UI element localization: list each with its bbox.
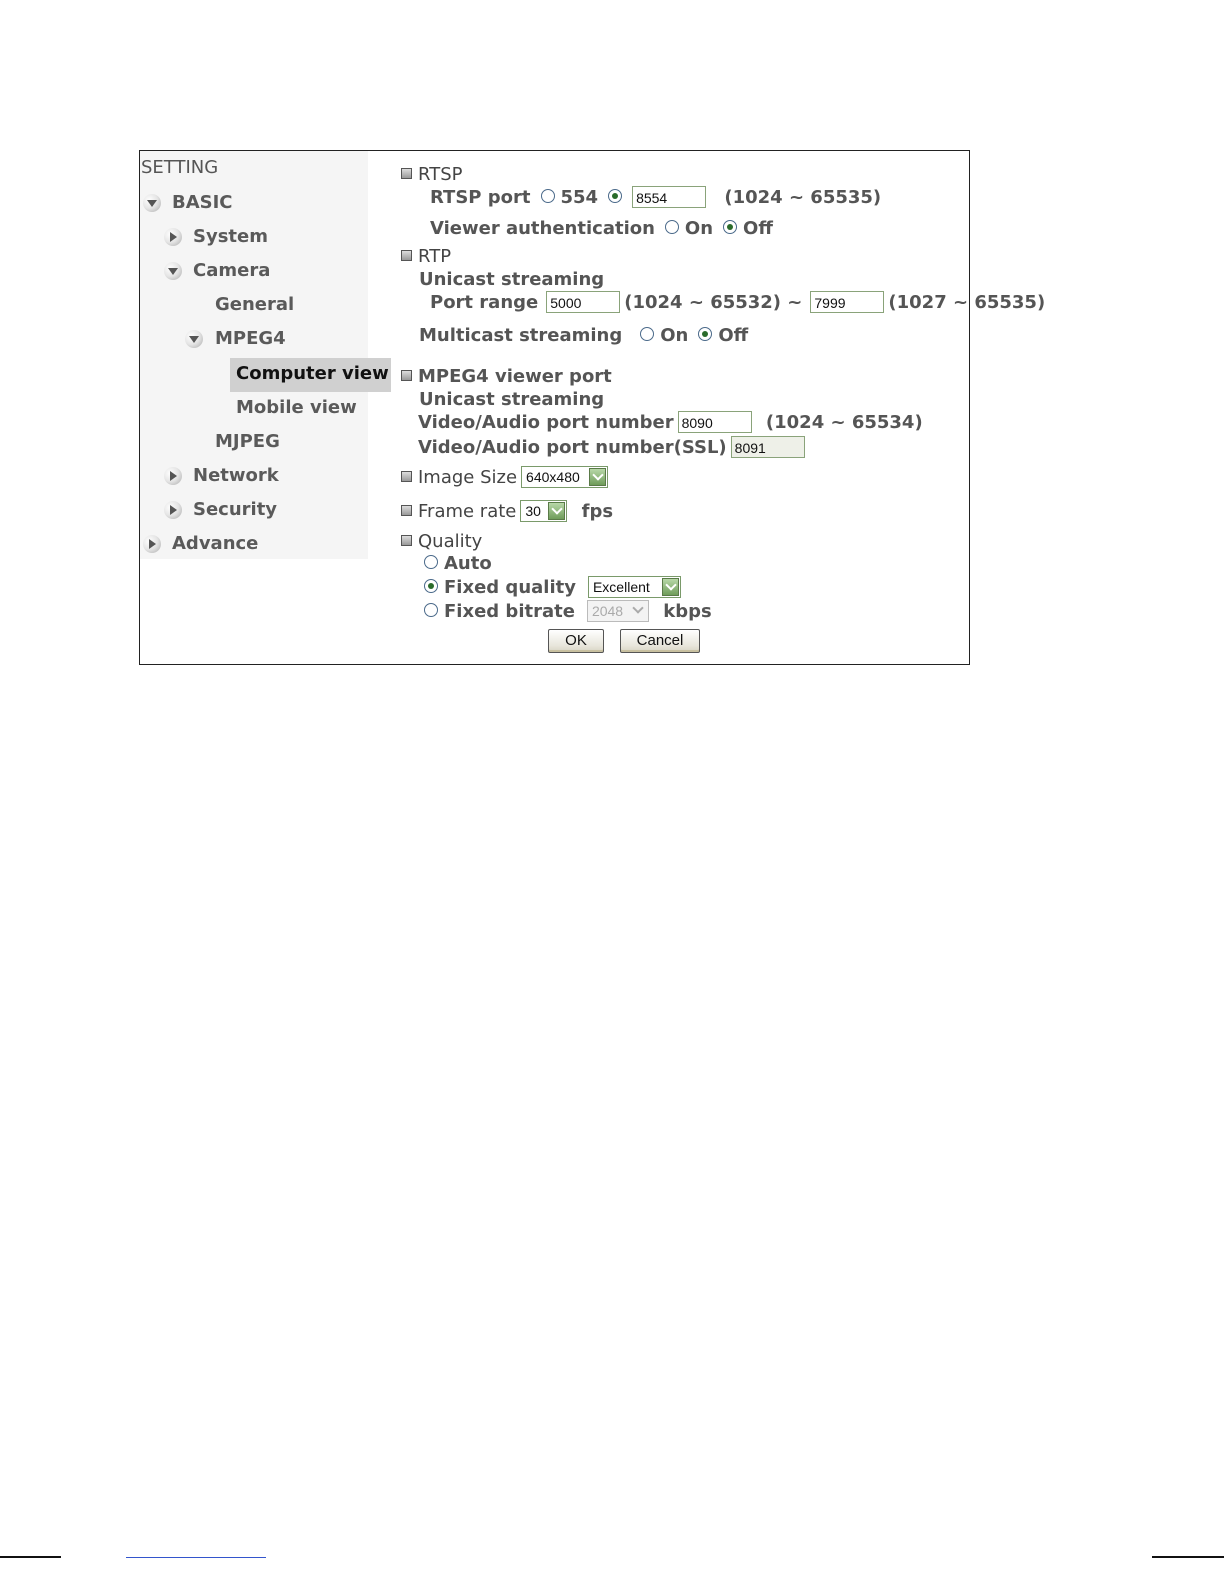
rtp-port-range-row: Port range 5000 (1024 ~ 65532) ~ 7999 (1027 … xyxy=(430,291,1045,315)
rtsp-port-default-radio[interactable] xyxy=(540,189,555,203)
chevron-down-icon xyxy=(661,578,679,596)
frame-rate-value: 30 xyxy=(525,503,541,519)
footer-rule-left xyxy=(0,1556,61,1558)
rtp-port-end-input[interactable]: 7999 xyxy=(810,291,885,313)
image-size-value: 640x480 xyxy=(526,469,580,485)
rtp-unicast-label: Unicast streaming xyxy=(419,269,605,290)
fixed-quality-radio[interactable] xyxy=(424,579,438,593)
fixed-quality-row: Fixed quality Excellent xyxy=(414,576,685,600)
rtp-port-start-input[interactable]: 5000 xyxy=(546,291,621,313)
fixed-bitrate-radio[interactable] xyxy=(424,603,438,617)
section-title: MPEG4 viewer port xyxy=(418,366,612,387)
rtsp-port-range-text: (1024 ~ 65535) xyxy=(724,187,882,208)
ssl-port-row: Video/Audio port number(SSL) 8091 xyxy=(418,436,809,460)
viewer-auth-on-radio[interactable] xyxy=(664,220,679,234)
fixed-quality-label: Fixed quality xyxy=(444,577,576,598)
frame-rate-select[interactable]: 30 xyxy=(520,500,568,522)
va-port-input[interactable]: 8090 xyxy=(677,411,752,433)
image-size-select[interactable]: 640x480 xyxy=(521,466,609,488)
va-port-range-text: (1024 ~ 65534) xyxy=(765,412,923,433)
va-port-label: Video/Audio port number xyxy=(418,412,674,433)
multicast-label: Multicast streaming xyxy=(419,325,623,346)
multicast-on-radio[interactable] xyxy=(640,327,655,341)
chevron-down-icon xyxy=(629,602,647,620)
fixed-quality-value: Excellent xyxy=(592,579,650,595)
auto-label: Auto xyxy=(444,553,492,574)
cancel-button[interactable]: Cancel xyxy=(620,629,700,653)
va-port-row: Video/Audio port number 8090 (1024 ~ 6553… xyxy=(418,411,923,435)
section-bullet-icon xyxy=(401,249,412,261)
quality-auto-radio[interactable] xyxy=(424,555,438,569)
port-start-range-text: (1024 ~ 65532) ~ xyxy=(624,292,803,313)
viewer-auth-row: Viewer authentication On Off xyxy=(430,217,773,241)
settings-panel: SETTING BASIC System Camera General MPEG… xyxy=(139,150,1045,665)
section-bullet-icon xyxy=(401,470,412,482)
rtp-section-header: RTP xyxy=(401,245,451,269)
on-label: On xyxy=(684,218,714,239)
rtsp-section-header: RTSP xyxy=(401,163,462,187)
content-area: RTSP RTSP port 554 8554 (1024 ~ 65535) Vie… xyxy=(140,151,1045,664)
section-bullet-icon xyxy=(401,534,412,546)
quality-section-header: Quality xyxy=(401,530,482,554)
fixed-quality-select[interactable]: Excellent xyxy=(587,576,681,598)
section-title: RTSP xyxy=(418,164,463,185)
fixed-bitrate-row: Fixed bitrate 2048 kbps xyxy=(414,600,712,624)
quality-auto-row: Auto xyxy=(414,552,492,576)
fixed-bitrate-value: 2048 xyxy=(591,603,624,619)
multicast-row: Multicast streaming On Off xyxy=(419,324,748,348)
section-title: Quality xyxy=(418,531,483,552)
ok-button[interactable]: OK xyxy=(548,629,604,653)
chevron-down-icon xyxy=(589,468,607,486)
section-bullet-icon xyxy=(401,167,412,179)
image-size-row: Image Size 640x480 xyxy=(401,466,612,490)
rtsp-port-input[interactable]: 8554 xyxy=(632,186,707,208)
section-bullet-icon xyxy=(401,504,412,516)
viewer-port-section-header: MPEG4 viewer port xyxy=(401,365,612,389)
fps-unit-label: fps xyxy=(581,501,614,522)
footer-rule-right xyxy=(1152,1556,1224,1558)
port-end-range-text: (1027 ~ 65535) xyxy=(888,292,1046,313)
section-title: RTP xyxy=(418,246,452,267)
fixed-bitrate-select[interactable]: 2048 xyxy=(586,600,649,622)
off-label: Off xyxy=(743,218,773,239)
rtsp-port-custom-radio[interactable] xyxy=(608,189,623,203)
footer-link-underline[interactable] xyxy=(126,1557,266,1558)
port-range-label: Port range xyxy=(430,292,539,313)
viewer-auth-label: Viewer authentication xyxy=(430,218,655,239)
rtsp-port-label: RTSP port xyxy=(430,187,531,208)
fixed-bitrate-label: Fixed bitrate xyxy=(444,601,575,622)
image-size-label: Image Size xyxy=(418,467,518,488)
multicast-off-radio[interactable] xyxy=(698,327,713,341)
kbps-unit-label: kbps xyxy=(663,601,712,622)
viewer-auth-off-radio[interactable] xyxy=(723,220,738,234)
section-bullet-icon xyxy=(401,369,412,381)
chevron-down-icon xyxy=(548,502,566,520)
off-label: Off xyxy=(718,325,749,346)
rtsp-port-row: RTSP port 554 8554 (1024 ~ 65535) xyxy=(430,186,881,210)
viewer-unicast-label: Unicast streaming xyxy=(419,389,605,410)
frame-rate-row: Frame rate 30 fps xyxy=(401,500,613,524)
on-label: On xyxy=(660,325,689,346)
frame-rate-label: Frame rate xyxy=(418,501,517,522)
rtsp-port-default-label: 554 xyxy=(560,187,599,208)
ssl-port-input[interactable]: 8091 xyxy=(730,436,805,458)
ssl-port-label: Video/Audio port number(SSL) xyxy=(418,437,727,458)
